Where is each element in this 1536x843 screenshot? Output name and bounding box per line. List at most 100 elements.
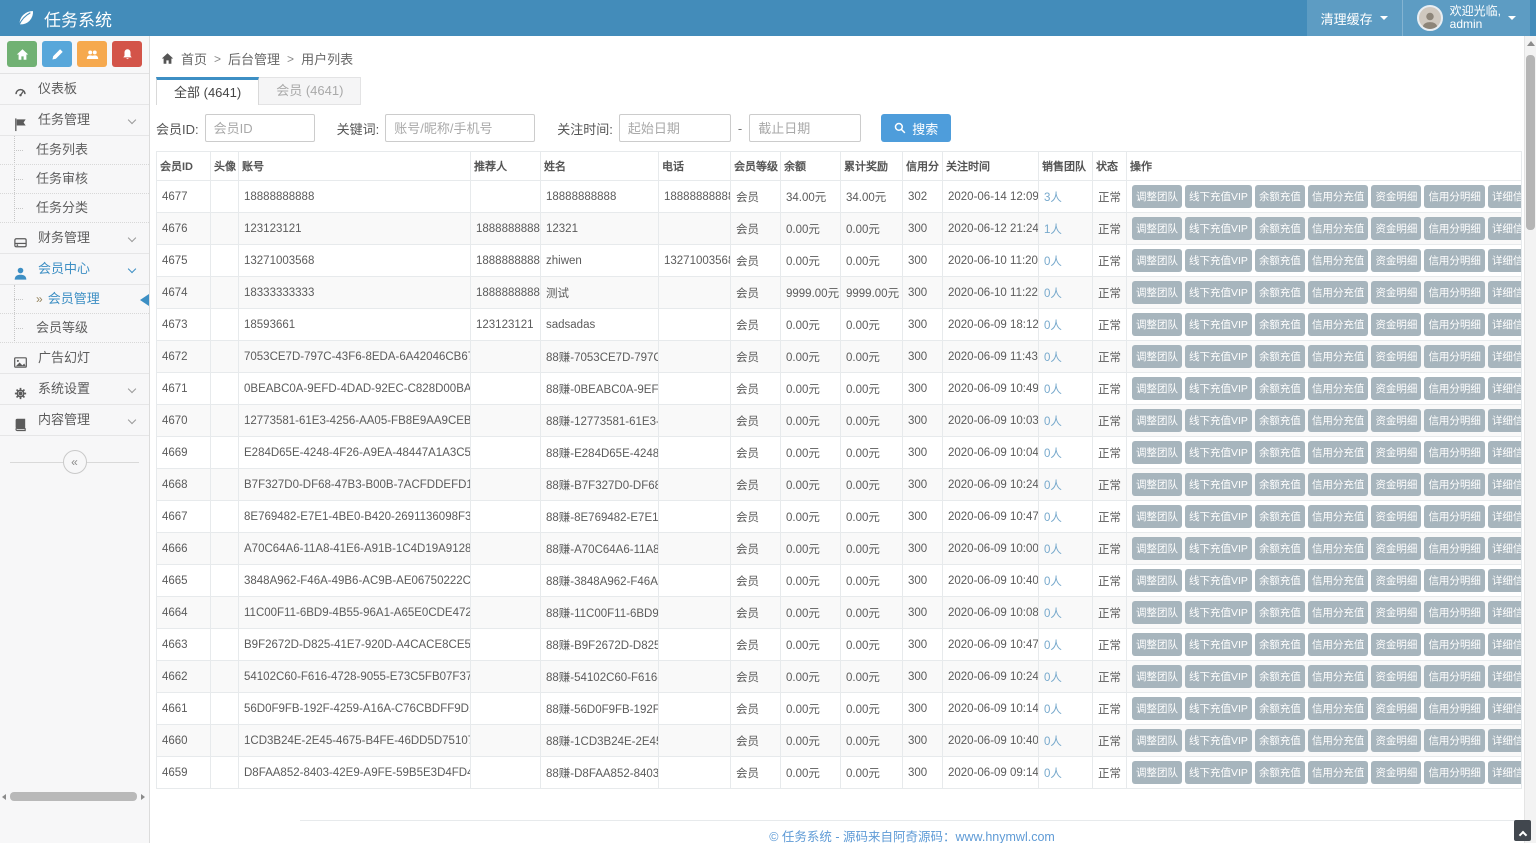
row-action-button[interactable]: 资金明细 xyxy=(1371,409,1421,432)
row-action-button[interactable]: 线下充值VIP xyxy=(1185,217,1252,240)
row-action-button[interactable]: 详细信息 xyxy=(1488,473,1522,496)
row-action-button[interactable]: 详细信息 xyxy=(1488,665,1522,688)
sidebar-item-task-management[interactable]: 任务管理 xyxy=(0,105,149,136)
team-link[interactable]: 0人 xyxy=(1044,704,1062,716)
row-action-button[interactable]: 调整团队 xyxy=(1132,377,1182,400)
team-link[interactable]: 0人 xyxy=(1044,448,1062,460)
row-action-button[interactable]: 资金明细 xyxy=(1371,537,1421,560)
sidebar-item-member-level[interactable]: 会员等级 xyxy=(0,314,149,343)
row-action-button[interactable]: 信用分充值 xyxy=(1308,473,1369,496)
row-action-button[interactable]: 资金明细 xyxy=(1371,313,1421,336)
row-action-button[interactable]: 调整团队 xyxy=(1132,441,1182,464)
team-link[interactable]: 0人 xyxy=(1044,288,1062,300)
row-action-button[interactable]: 资金明细 xyxy=(1371,185,1421,208)
row-action-button[interactable]: 余额充值 xyxy=(1255,345,1305,368)
tab-all[interactable]: 全部 (4641) xyxy=(156,77,259,105)
clear-cache-dropdown[interactable]: 清理缓存 xyxy=(1307,0,1402,36)
row-action-button[interactable]: 信用分充值 xyxy=(1308,537,1369,560)
row-action-button[interactable]: 信用分明细 xyxy=(1424,505,1485,528)
row-action-button[interactable]: 信用分充值 xyxy=(1308,281,1369,304)
row-action-button[interactable]: 信用分明细 xyxy=(1424,217,1485,240)
row-action-button[interactable]: 详细信息 xyxy=(1488,569,1522,592)
row-action-button[interactable]: 余额充值 xyxy=(1255,633,1305,656)
team-link[interactable]: 1人 xyxy=(1044,224,1062,236)
row-action-button[interactable]: 详细信息 xyxy=(1488,697,1522,720)
row-action-button[interactable]: 信用分充值 xyxy=(1308,249,1369,272)
row-action-button[interactable]: 线下充值VIP xyxy=(1185,505,1252,528)
row-action-button[interactable]: 调整团队 xyxy=(1132,345,1182,368)
sidebar-horizontal-scrollbar[interactable] xyxy=(0,792,147,801)
row-action-button[interactable]: 信用分明细 xyxy=(1424,313,1485,336)
row-action-button[interactable]: 线下充值VIP xyxy=(1185,441,1252,464)
row-action-button[interactable]: 资金明细 xyxy=(1371,281,1421,304)
row-action-button[interactable]: 资金明细 xyxy=(1371,249,1421,272)
footer-link[interactable]: www.hnymwl.com xyxy=(955,830,1054,843)
row-action-button[interactable]: 线下充值VIP xyxy=(1185,633,1252,656)
row-action-button[interactable]: 信用分充值 xyxy=(1308,409,1369,432)
sidebar-item-content-management[interactable]: 内容管理 xyxy=(0,405,149,436)
row-action-button[interactable]: 调整团队 xyxy=(1132,729,1182,752)
user-dropdown[interactable]: 欢迎光临, admin xyxy=(1403,0,1530,36)
row-action-button[interactable]: 详细信息 xyxy=(1488,441,1522,464)
team-link[interactable]: 0人 xyxy=(1044,320,1062,332)
row-action-button[interactable]: 调整团队 xyxy=(1132,697,1182,720)
row-action-button[interactable]: 详细信息 xyxy=(1488,249,1522,272)
team-link[interactable]: 0人 xyxy=(1044,544,1062,556)
row-action-button[interactable]: 信用分明细 xyxy=(1424,281,1485,304)
row-action-button[interactable]: 详细信息 xyxy=(1488,729,1522,752)
team-link[interactable]: 0人 xyxy=(1044,736,1062,748)
sidebar-item-dashboard[interactable]: 仪表板 xyxy=(0,74,149,105)
back-to-top-button[interactable] xyxy=(1514,820,1531,841)
vertical-scrollbar-thumb[interactable] xyxy=(1526,55,1535,230)
row-action-button[interactable]: 详细信息 xyxy=(1488,313,1522,336)
row-action-button[interactable]: 余额充值 xyxy=(1255,409,1305,432)
team-link[interactable]: 0人 xyxy=(1044,512,1062,524)
row-action-button[interactable]: 详细信息 xyxy=(1488,345,1522,368)
row-action-button[interactable]: 信用分充值 xyxy=(1308,217,1369,240)
row-action-button[interactable]: 线下充值VIP xyxy=(1185,185,1252,208)
row-action-button[interactable]: 信用分明细 xyxy=(1424,185,1485,208)
row-action-button[interactable]: 信用分明细 xyxy=(1424,249,1485,272)
row-action-button[interactable]: 余额充值 xyxy=(1255,249,1305,272)
row-action-button[interactable]: 信用分充值 xyxy=(1308,313,1369,336)
row-action-button[interactable]: 详细信息 xyxy=(1488,761,1522,784)
row-action-button[interactable]: 调整团队 xyxy=(1132,761,1182,784)
team-link[interactable]: 3人 xyxy=(1044,192,1062,204)
scroll-up-arrow-icon[interactable] xyxy=(1525,36,1536,50)
row-action-button[interactable]: 余额充值 xyxy=(1255,761,1305,784)
row-action-button[interactable]: 信用分明细 xyxy=(1424,377,1485,400)
row-action-button[interactable]: 信用分明细 xyxy=(1424,729,1485,752)
row-action-button[interactable]: 调整团队 xyxy=(1132,537,1182,560)
row-action-button[interactable]: 资金明细 xyxy=(1371,601,1421,624)
row-action-button[interactable]: 调整团队 xyxy=(1132,249,1182,272)
team-link[interactable]: 0人 xyxy=(1044,352,1062,364)
row-action-button[interactable]: 详细信息 xyxy=(1488,601,1522,624)
sidebar-collapse-button[interactable]: « xyxy=(63,450,87,474)
row-action-button[interactable]: 信用分充值 xyxy=(1308,569,1369,592)
sidebar-item-system-settings[interactable]: 系统设置 xyxy=(0,374,149,405)
row-action-button[interactable]: 线下充值VIP xyxy=(1185,537,1252,560)
team-link[interactable]: 0人 xyxy=(1044,256,1062,268)
scroll-right-arrow-icon[interactable] xyxy=(139,793,147,801)
row-action-button[interactable]: 信用分明细 xyxy=(1424,569,1485,592)
row-action-button[interactable]: 信用分充值 xyxy=(1308,441,1369,464)
row-action-button[interactable]: 余额充值 xyxy=(1255,441,1305,464)
member-id-input[interactable] xyxy=(205,114,315,142)
row-action-button[interactable]: 资金明细 xyxy=(1371,345,1421,368)
sidebar-item-finance[interactable]: 财务管理 xyxy=(0,223,149,254)
row-action-button[interactable]: 余额充值 xyxy=(1255,217,1305,240)
team-link[interactable]: 0人 xyxy=(1044,480,1062,492)
row-action-button[interactable]: 详细信息 xyxy=(1488,185,1522,208)
row-action-button[interactable]: 资金明细 xyxy=(1371,377,1421,400)
row-action-button[interactable]: 信用分充值 xyxy=(1308,601,1369,624)
row-action-button[interactable]: 详细信息 xyxy=(1488,633,1522,656)
row-action-button[interactable]: 信用分明细 xyxy=(1424,441,1485,464)
notifications-quick-button[interactable] xyxy=(112,41,142,67)
row-action-button[interactable]: 信用分充值 xyxy=(1308,185,1369,208)
row-action-button[interactable]: 信用分充值 xyxy=(1308,633,1369,656)
row-action-button[interactable]: 调整团队 xyxy=(1132,601,1182,624)
row-action-button[interactable]: 线下充值VIP xyxy=(1185,377,1252,400)
row-action-button[interactable]: 信用分明细 xyxy=(1424,409,1485,432)
row-action-button[interactable]: 线下充值VIP xyxy=(1185,569,1252,592)
start-date-input[interactable] xyxy=(619,114,731,142)
